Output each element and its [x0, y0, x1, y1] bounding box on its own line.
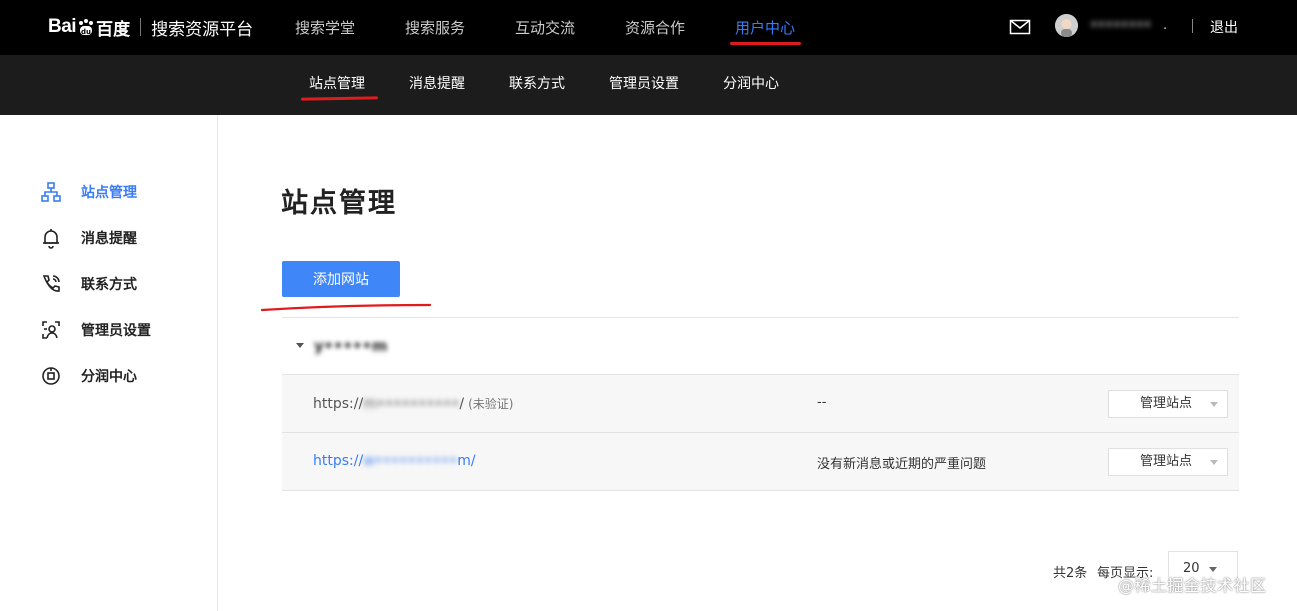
table-row: https://m••••••••••/(未验证) -- 管理站点: [282, 375, 1239, 433]
baidu-logo[interactable]: Bai du 百度 搜索资源平台: [48, 10, 253, 44]
top-nav-services[interactable]: 搜索服务: [380, 0, 490, 55]
sub-nav-admin-settings[interactable]: 管理员设置: [587, 55, 701, 115]
total-count: 共2条: [1053, 566, 1088, 581]
manage-site-label: 管理站点: [1140, 396, 1193, 411]
url-suffix: /: [459, 396, 465, 412]
annotation-underline: [261, 303, 431, 312]
sitemap-icon: [40, 181, 62, 203]
sub-nav-site-management[interactable]: 站点管理: [287, 55, 387, 115]
chevron-down-icon: [1210, 402, 1218, 407]
page-title: 站点管理: [281, 188, 397, 219]
url-suffix: m/: [457, 453, 476, 469]
user-name[interactable]: ••••••••: [1090, 18, 1151, 33]
site-url[interactable]: https://w••••••••••m/: [313, 453, 476, 469]
sidebar-item-revenue-center[interactable]: 分润中心: [40, 365, 137, 387]
url-prefix: https://: [313, 396, 364, 412]
manage-site-label: 管理站点: [1140, 454, 1193, 469]
url-hidden: w••••••••••: [363, 453, 458, 469]
logout-link[interactable]: 退出: [1210, 17, 1238, 37]
site-group-header[interactable]: y•••••m: [282, 318, 1239, 375]
user-avatar[interactable]: [1055, 14, 1078, 37]
url-hidden: m••••••••••: [363, 396, 460, 412]
top-header: Bai du 百度 搜索资源平台 搜索学堂 搜索服务 互动交流 资源合作 用户中…: [0, 0, 1297, 55]
paw-icon: du: [77, 18, 95, 36]
logo-text-bai: Bai: [48, 16, 77, 37]
top-nav-cooperation[interactable]: 资源合作: [600, 0, 710, 55]
share-icon: [40, 365, 62, 387]
svg-text:du: du: [81, 28, 91, 36]
top-nav-learn[interactable]: 搜索学堂: [270, 0, 380, 55]
chevron-down-icon: [1210, 460, 1218, 465]
top-nav-community[interactable]: 互动交流: [490, 0, 600, 55]
site-group-name: y•••••m: [314, 337, 388, 355]
sidebar-item-label: 站点管理: [81, 185, 137, 201]
user-name-dot: .: [1163, 18, 1168, 33]
sidebar-item-label: 管理员设置: [81, 323, 151, 339]
logo-divider: [140, 18, 142, 36]
manage-site-select[interactable]: 管理站点: [1108, 448, 1228, 476]
top-nav: 搜索学堂 搜索服务 互动交流 资源合作 用户中心: [270, 0, 820, 55]
header-divider: [1192, 19, 1193, 33]
sub-nav-revenue-center[interactable]: 分润中心: [701, 55, 801, 115]
sub-nav-messages[interactable]: 消息提醒: [387, 55, 487, 115]
site-url[interactable]: https://m••••••••••/(未验证): [313, 395, 514, 412]
sidebar: 站点管理 消息提醒 联系方式 管理员设置 分润中心: [0, 115, 218, 611]
unverified-tag: (未验证): [468, 397, 514, 411]
sidebar-item-label: 分润中心: [81, 369, 137, 385]
top-nav-user-center[interactable]: 用户中心: [710, 0, 820, 55]
site-message: --: [817, 395, 827, 410]
phone-icon: [40, 273, 62, 295]
watermark: @稀土掘金技术社区: [1118, 576, 1267, 595]
add-site-button[interactable]: 添加网站: [282, 261, 400, 297]
mail-icon[interactable]: [1009, 17, 1031, 37]
admin-icon: [40, 319, 62, 341]
sidebar-item-messages[interactable]: 消息提醒: [40, 227, 137, 249]
logo-text-baidu: 百度: [96, 19, 131, 40]
sidebar-item-site-management[interactable]: 站点管理: [40, 181, 137, 203]
logo-subtitle: 搜索资源平台: [151, 19, 254, 40]
table-row: https://w••••••••••m/ 没有新消息或近期的严重问题 管理站点: [282, 433, 1239, 491]
bell-icon: [40, 227, 62, 249]
sub-header: 站点管理 消息提醒 联系方式 管理员设置 分润中心: [0, 55, 1297, 115]
sidebar-item-label: 联系方式: [81, 277, 137, 293]
url-prefix: https://: [313, 453, 364, 469]
sidebar-item-contact[interactable]: 联系方式: [40, 273, 137, 295]
sidebar-item-admin-settings[interactable]: 管理员设置: [40, 319, 151, 341]
manage-site-select[interactable]: 管理站点: [1108, 390, 1228, 418]
site-message: 没有新消息或近期的严重问题: [817, 457, 987, 472]
caret-down-icon[interactable]: [296, 343, 304, 348]
sub-nav-contact[interactable]: 联系方式: [487, 55, 587, 115]
sub-nav: 站点管理 消息提醒 联系方式 管理员设置 分润中心: [287, 55, 801, 115]
sidebar-item-label: 消息提醒: [81, 231, 137, 247]
